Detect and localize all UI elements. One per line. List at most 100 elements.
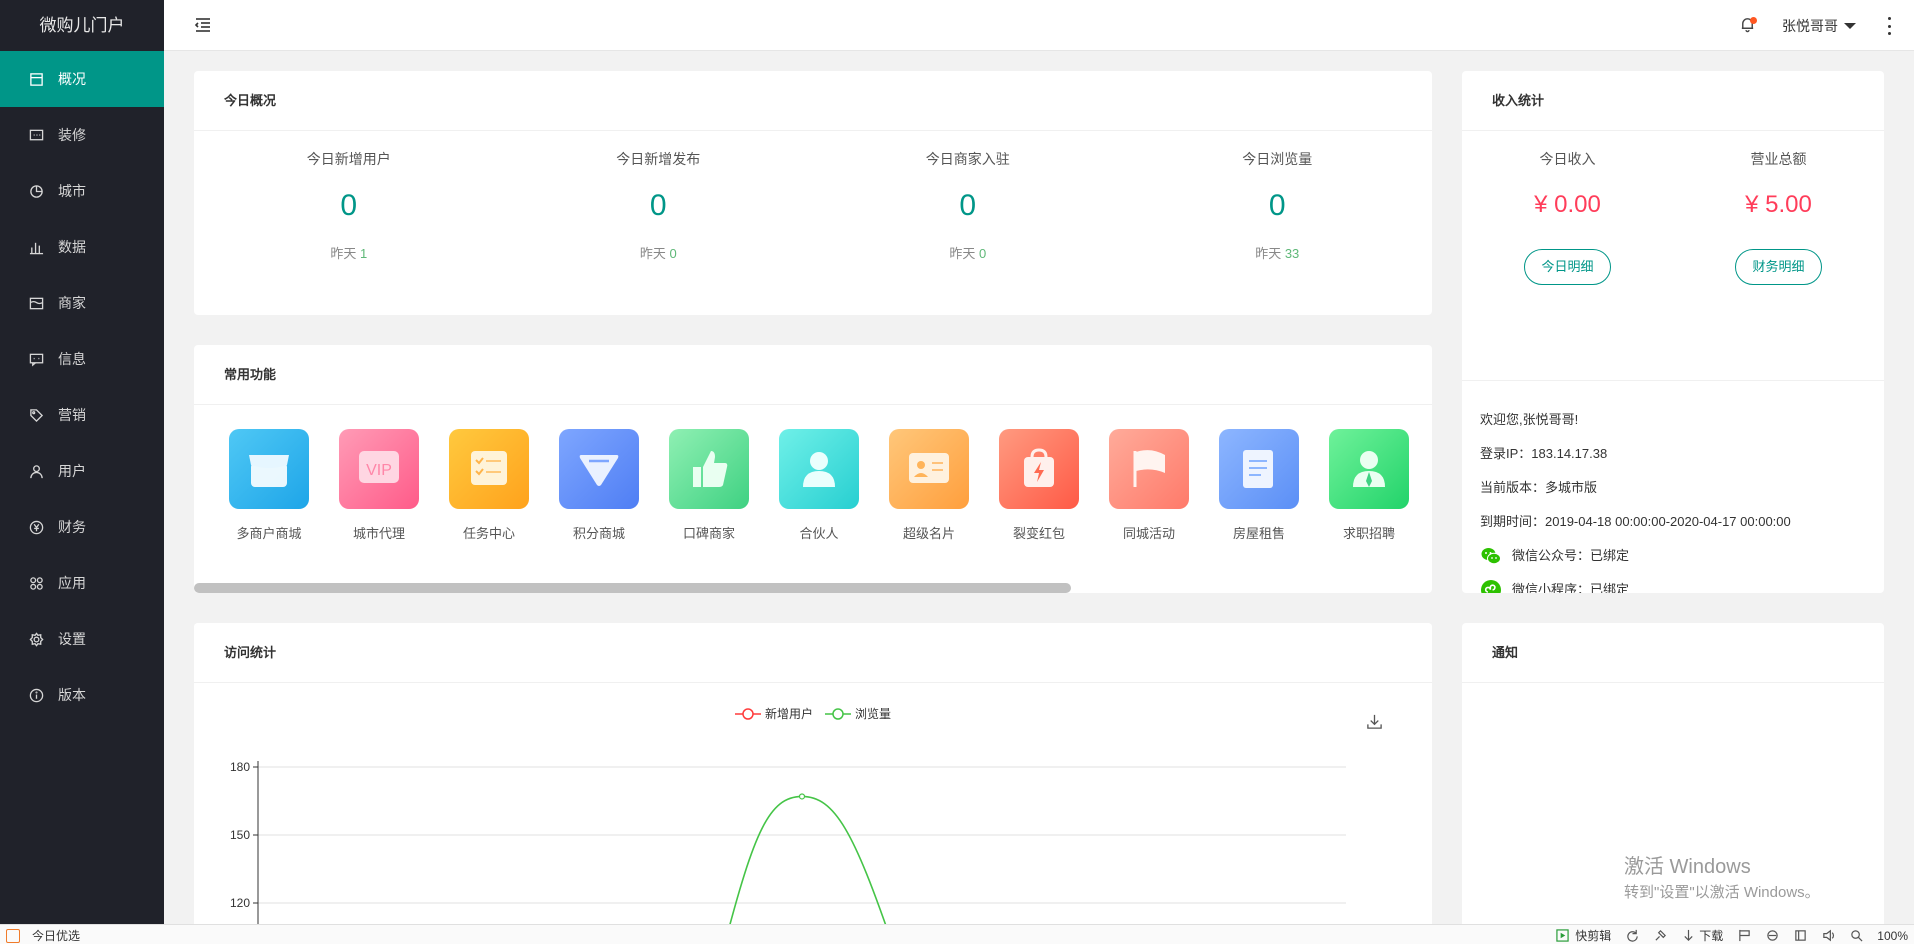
stat-value: 0 (340, 189, 358, 222)
income-value: ¥ 0.00 (1534, 191, 1601, 218)
sidebar-item-yen[interactable]: 财务 (0, 499, 164, 555)
info-icon (28, 687, 44, 703)
function-item[interactable]: 合伙人 (764, 429, 874, 542)
income-block: 今日收入 ¥ 0.00 今日明细 (1462, 149, 1673, 380)
shop-icon (249, 455, 289, 487)
sidebar-item-data[interactable]: 数据 (0, 219, 164, 275)
function-name: 合伙人 (799, 526, 839, 541)
function-item[interactable]: 房屋租售 (1204, 429, 1314, 542)
watermark-line2: 转到"设置"以激活 Windows。 (1624, 884, 1820, 901)
yen-icon (28, 519, 44, 535)
y-tick-label: 180 (230, 760, 250, 774)
sidebar-item-user[interactable]: 用户 (0, 443, 164, 499)
yesterday-label: 昨天 (639, 246, 666, 261)
sidebar-item-decorate[interactable]: 装修 (0, 107, 164, 163)
stat-value: 0 (1268, 189, 1286, 222)
function-name: 多商户商城 (236, 526, 302, 541)
download-tool[interactable]: 下载 (1681, 927, 1723, 944)
download-chart-button[interactable] (1366, 713, 1384, 731)
sidebar-item-city[interactable]: 城市 (0, 163, 164, 219)
yesterday-value: 33 (1284, 246, 1300, 261)
income-value: ¥ 5.00 (1745, 191, 1812, 218)
status-bar-tools: 快剪辑 下载 100% (1555, 927, 1908, 944)
wechat-official-text: 微信公众号：已绑定 (1512, 548, 1630, 563)
stats-row: 今日新增用户 0 昨天 1 今日新增发布 0 昨天 0 今日商家入驻 0 昨天 0 今日浏览量 0 昨… (194, 131, 1432, 262)
sidebar-item-label: 概况 (58, 71, 86, 87)
pin-icon[interactable] (1653, 929, 1667, 943)
sidebar-item-apps[interactable]: 应用 (0, 555, 164, 611)
user-menu[interactable]: 张悦哥哥 (1782, 16, 1856, 36)
flag-icon[interactable] (1737, 929, 1751, 943)
function-name: 城市代理 (352, 526, 405, 541)
function-item[interactable]: 积分商城 (544, 429, 654, 542)
flag-icon (1133, 450, 1165, 487)
stat-label: 今日浏览量 (1242, 151, 1313, 167)
function-item[interactable]: 同城活动 (1094, 429, 1204, 542)
legend-label: 浏览量 (855, 707, 892, 721)
data-point-peak (798, 793, 806, 800)
function-item[interactable]: 超级名片 (874, 429, 984, 542)
user-icon (28, 463, 44, 479)
task-icon (471, 451, 507, 485)
vip-icon: VIP (359, 451, 399, 483)
sidebar-item-tag[interactable]: 营销 (0, 387, 164, 443)
income-row: 今日收入 ¥ 0.00 今日明细 营业总额 ¥ 5.00 财务明细 (1462, 131, 1884, 381)
clip-tool[interactable]: 快剪辑 (1555, 927, 1611, 944)
card-title: 收入统计 (1462, 71, 1884, 131)
zoom-icon[interactable] (1849, 929, 1863, 943)
svg-text:VIP: VIP (366, 462, 392, 479)
window-icon[interactable] (1793, 929, 1807, 943)
login-ip: 登录IP：183.14.17.38 (1480, 446, 1608, 461)
menu-toggle-button[interactable] (194, 16, 214, 36)
function-item[interactable]: 口碑商家 (654, 429, 764, 542)
function-name: 同城活动 (1122, 526, 1175, 541)
income-card: 收入统计 今日收入 ¥ 0.00 今日明细 营业总额 ¥ 5.00 财务明细 欢迎您,张悦… (1462, 71, 1884, 593)
function-tile (1109, 429, 1189, 509)
function-tile (1329, 429, 1409, 509)
function-item[interactable]: 裂变红包 (984, 429, 1094, 542)
refresh-icon[interactable] (1625, 929, 1639, 943)
sidebar-item-message[interactable]: 信息 (0, 331, 164, 387)
stat-yesterday: 昨天 33 (1123, 243, 1433, 262)
today-overview-card: 今日概况 今日新增用户 0 昨天 1 今日新增发布 0 昨天 0 今日商家入驻 0 昨天 0 今日… (194, 71, 1432, 315)
function-item[interactable]: VIP 城市代理 (324, 429, 434, 542)
speaker-icon[interactable] (1821, 929, 1835, 943)
sidebar: 微购儿门户 概况 装修 城市 数据 商家 信息 营销 用户 财务 应用 设置 版本 (0, 0, 164, 924)
sidebar-item-merchant[interactable]: 商家 (0, 275, 164, 331)
ie-icon[interactable] (1765, 929, 1779, 943)
sidebar-item-label: 设置 (58, 631, 86, 647)
finance-detail-button[interactable]: 财务明细 (1735, 249, 1822, 285)
function-item[interactable]: 多商户商城 (214, 429, 324, 542)
zoom-level[interactable]: 100% (1877, 929, 1908, 943)
stat-label: 今日商家入驻 (925, 151, 1010, 167)
today-picks[interactable]: 今日优选 (6, 927, 80, 944)
legend-item-views[interactable]: 浏览量 (825, 705, 891, 722)
stat-yesterday: 昨天 0 (813, 243, 1123, 262)
account-info: 欢迎您,张悦哥哥! 登录IP：183.14.17.38 当前版本：多城市版 到期… (1462, 381, 1884, 593)
card-title: 访问统计 (194, 623, 1432, 683)
today-detail-button[interactable]: 今日明细 (1524, 249, 1611, 285)
sidebar-item-overview[interactable]: 概况 (0, 51, 164, 107)
function-name: 积分商城 (572, 526, 625, 541)
sidebar-item-label: 用户 (58, 463, 86, 479)
stat-yesterday: 昨天 0 (504, 243, 814, 262)
gear-icon (28, 631, 44, 647)
function-item[interactable]: 任务中心 (434, 429, 544, 542)
more-menu-button[interactable] (1886, 17, 1892, 35)
gift-icon (6, 928, 20, 943)
sidebar-item-info[interactable]: 版本 (0, 667, 164, 723)
function-tile (889, 429, 969, 509)
sidebar-item-label: 城市 (58, 183, 86, 199)
function-item[interactable]: 求职招聘 (1314, 429, 1424, 542)
series-line-views (726, 795, 890, 933)
sidebar-item-gear[interactable]: 设置 (0, 611, 164, 667)
function-tile (229, 429, 309, 509)
stat-block: 今日商家入驻 0 昨天 0 (813, 149, 1123, 262)
points-icon (579, 455, 619, 486)
horizontal-scrollbar[interactable] (194, 583, 1071, 593)
legend-item-new-users[interactable]: 新增用户 (734, 705, 813, 722)
function-tile (779, 429, 859, 509)
sidebar-item-label: 数据 (58, 239, 86, 255)
stat-label: 今日新增用户 (306, 151, 391, 167)
function-item[interactable] (1424, 429, 1432, 542)
